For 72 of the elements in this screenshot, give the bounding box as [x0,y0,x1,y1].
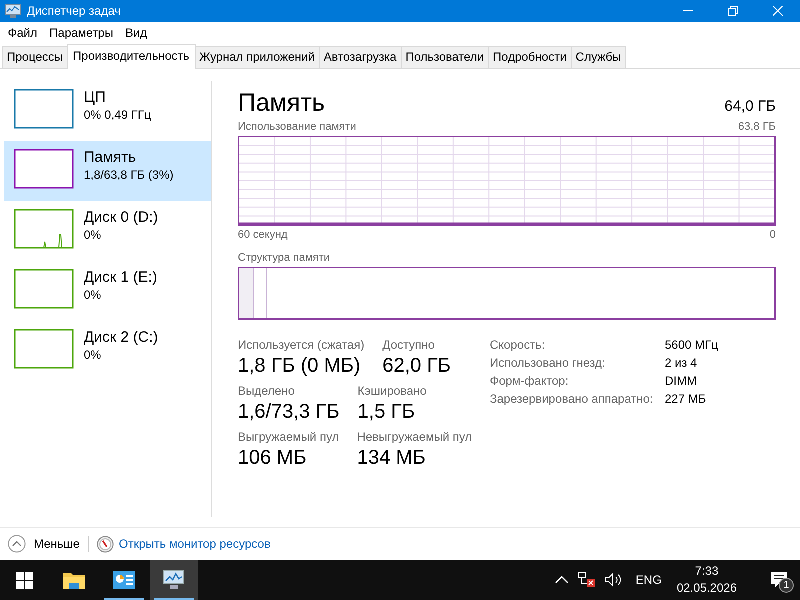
tab[interactable]: Автозагрузка [318,46,402,68]
notification-count: 1 [779,578,794,593]
device-usage: 0% [84,288,102,302]
device-name: ЦП [84,89,107,106]
notifications-button[interactable]: 1 [760,560,800,600]
property-value: 2 из 4 [665,356,698,370]
device-usage: 0% [84,348,102,362]
device-usage: 0% 0,49 ГГц [84,108,152,122]
clock[interactable]: 7:33 02.05.2026 [676,563,737,597]
restore-icon [728,6,738,16]
stat-label: Невыгружаемый пул [357,430,472,444]
sidebar-item[interactable]: Память 1,8/63,8 ГБ (3%) [4,141,211,201]
stat-value: 106 МБ [238,447,308,470]
control-panel-icon [113,571,135,589]
language-indicator[interactable]: ENG [636,573,662,587]
property-label: Форм-фактор: [490,374,570,388]
menu-item[interactable]: Параметры [44,26,120,40]
stat-label: Кэшировано [358,384,427,398]
sidebar-item[interactable]: ЦП 0% 0,49 ГГц [4,81,211,141]
tab[interactable]: Производительность [67,44,196,69]
stat-value: 1,5 ГБ [358,401,416,424]
property-value: DIMM [665,374,698,388]
window-title: Диспетчер задач [27,4,122,18]
stat-value: 1,8 ГБ (0 МБ) [238,355,362,378]
tab[interactable]: Подробности [488,46,572,68]
menu-item[interactable]: Файл [2,26,44,40]
windows-icon [16,572,32,588]
device-name: Диск 0 (D:) [84,209,158,226]
property-label: Зарезервировано аппаратно: [490,392,654,406]
monitor-icon [162,570,186,590]
menu-item[interactable]: Вид [119,26,154,40]
stat-label: Выгружаемый пул [238,430,340,444]
device-usage: 0% [84,228,102,242]
chart-label: Использование памяти [238,121,356,133]
chevron-up-icon [8,535,26,553]
chart-label: Структура памяти [238,252,330,264]
stat-label: Выделено [238,384,296,398]
stat-label: Доступно [382,338,436,352]
tab[interactable]: Службы [570,46,626,68]
resource-monitor-link[interactable]: Открыть монитор ресурсов [118,537,271,551]
stat-value: 62,0 ГБ [382,355,452,378]
stat-value: 1,6/73,3 ГБ [238,401,340,424]
sidebar-item[interactable]: Диск 0 (D:) 0% [4,201,211,261]
folder-icon [63,571,85,589]
time-axis-label: 0 [770,229,776,241]
taskbar-app[interactable] [150,560,198,600]
stat-value: 134 МБ [357,447,427,470]
time-axis-label: 60 секунд [238,229,288,241]
device-name: Диск 1 (E:) [84,269,158,286]
device-name: Память [84,149,138,166]
sidebar-item[interactable]: Диск 1 (E:) 0% [4,261,211,321]
stat-label: Используется (сжатая) [238,338,365,352]
tab[interactable]: Процессы [2,46,68,68]
network-error-icon[interactable] [578,572,596,588]
tab[interactable]: Пользователи [400,46,490,68]
gauge-icon [96,536,114,552]
chevron-up-icon[interactable] [554,575,569,585]
close-icon [772,6,782,16]
property-value: 227 МБ [665,392,708,406]
property-label: Скорость: [490,338,546,352]
property-value: 5600 МГц [665,338,718,352]
sidebar-item[interactable]: Диск 2 (C:) 0% [4,321,211,381]
section-title: Память [238,89,326,118]
memory-total: 64,0 ГБ [724,98,776,115]
fewer-details-button[interactable]: Меньше [8,535,80,553]
tab[interactable]: Журнал приложений [194,46,320,68]
chart-max: 63,8 ГБ [738,121,776,133]
speaker-icon[interactable] [604,573,623,587]
monitor-icon [5,4,21,18]
device-name: Диск 2 (C:) [84,329,158,346]
property-label: Использовано гнезд: [490,356,606,370]
device-usage: 1,8/63,8 ГБ (3%) [84,168,174,182]
